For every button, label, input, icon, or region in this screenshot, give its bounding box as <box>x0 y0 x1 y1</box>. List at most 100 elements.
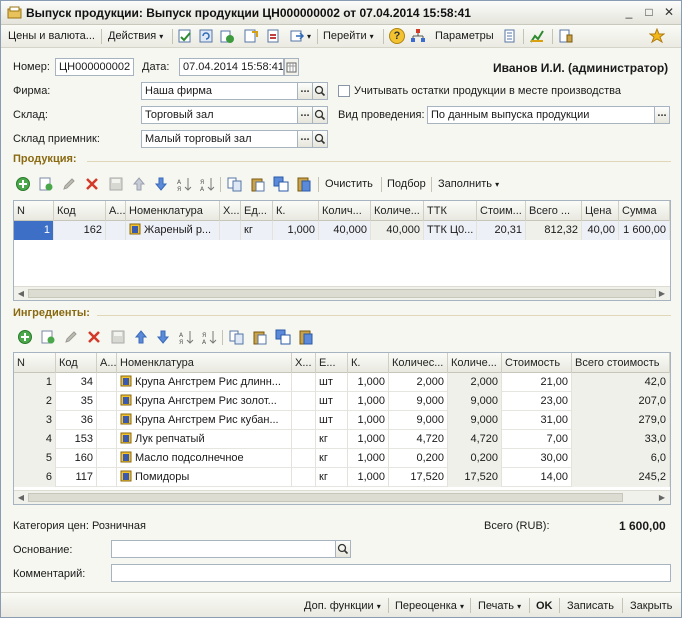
warehouse-field[interactable]: Торговый зал <box>141 106 298 124</box>
products-column-header[interactable]: Сумма <box>619 201 670 221</box>
structure-icon[interactable] <box>243 28 259 44</box>
receiver-select-button[interactable]: ... <box>297 130 313 148</box>
receiver-field[interactable]: Малый торговый зал <box>141 130 298 148</box>
ingredients-grid[interactable]: N Код А... Номенклатура Х... Е... К. Количес...… <box>13 352 671 505</box>
close-window-button[interactable]: ✕ <box>661 5 677 20</box>
products-column-header[interactable]: К. <box>273 201 319 221</box>
products-column-header[interactable]: А... <box>106 201 126 221</box>
scroll-right-icon[interactable]: ▶ <box>657 289 667 299</box>
receiver-open-button[interactable] <box>312 130 328 148</box>
ingredients-table-row[interactable]: 4 153 Лук репчатый кг 1,000 4,720 4,720 7,00 33,… <box>14 430 670 449</box>
products-column-header[interactable]: Цена <box>582 201 619 221</box>
number-field[interactable]: ЦН000000002 <box>55 58 134 76</box>
basis-field[interactable] <box>111 540 336 558</box>
clear-button[interactable]: Очистить <box>325 176 373 193</box>
ingredients-column-header[interactable]: N <box>14 353 56 373</box>
copy-icon[interactable] <box>227 176 243 192</box>
ingredients-column-header[interactable]: К. <box>348 353 389 373</box>
scroll-left-icon[interactable]: ◀ <box>16 289 26 299</box>
ingredients-column-header[interactable]: Количес... <box>389 353 448 373</box>
firm-select-button[interactable]: ... <box>297 82 313 100</box>
products-column-header[interactable]: Х... <box>220 201 241 221</box>
products-column-header[interactable]: ТТК <box>424 201 477 221</box>
print-menu[interactable]: Печать ▾ <box>478 598 521 614</box>
document-list-icon[interactable] <box>502 28 518 44</box>
print-preview-icon[interactable] <box>558 28 574 44</box>
report-icon[interactable] <box>529 28 545 44</box>
ingredients-table-row[interactable]: 5 160 Масло подсолнечное кг 1,000 0,200 0,200 3… <box>14 449 670 468</box>
products-column-header[interactable]: Всего ... <box>526 201 582 221</box>
ingredients-column-header[interactable]: Код <box>56 353 97 373</box>
refresh-icon[interactable] <box>198 28 214 44</box>
ingredients-table-row[interactable]: 1 34 Крупа Ангстрем Рис длинн... шт 1,000 2,0… <box>14 373 670 392</box>
extra-functions-menu[interactable]: Доп. функции ▾ <box>304 598 381 614</box>
firm-open-button[interactable] <box>312 82 328 100</box>
add-row-icon[interactable] <box>15 176 31 192</box>
actions-menu[interactable]: Действия ▾ <box>108 28 163 45</box>
scroll-left-icon[interactable]: ◀ <box>16 493 26 503</box>
ingredients-column-header[interactable]: Е... <box>316 353 348 373</box>
post-document-icon[interactable] <box>177 28 193 44</box>
reprice-menu[interactable]: Переоценка ▾ <box>395 598 464 614</box>
ingredients-column-header[interactable]: Х... <box>292 353 316 373</box>
ok-button[interactable]: OK <box>536 598 553 614</box>
hierarchy-icon[interactable] <box>410 28 426 44</box>
posting-type-select-button[interactable]: ... <box>654 106 670 124</box>
end-edit-icon[interactable] <box>108 176 124 192</box>
parameters-button[interactable]: Параметры <box>435 28 494 45</box>
products-column-header[interactable]: Количе... <box>371 201 424 221</box>
delete-row-icon[interactable] <box>86 329 102 345</box>
ingredients-column-header[interactable]: Номенклатура <box>117 353 292 373</box>
paste-from-clipboard-icon[interactable] <box>296 176 312 192</box>
move-up-icon[interactable] <box>131 176 147 192</box>
fill-menu[interactable]: Заполнить ▾ <box>438 176 499 193</box>
ingredients-table-row[interactable]: 2 35 Крупа Ангстрем Рис золот... шт 1,000 9,0… <box>14 392 670 411</box>
comment-field[interactable] <box>111 564 671 582</box>
maximize-button[interactable]: □ <box>641 5 657 20</box>
ingredients-column-header[interactable]: А... <box>97 353 117 373</box>
date-field[interactable]: 07.04.2014 15:58:41 <box>179 58 284 76</box>
products-table-row[interactable]: 1 162 Жареный р... кг 1,000 40,000 40,000 ТТК Ц… <box>14 221 670 240</box>
close-button[interactable]: Закрыть <box>630 598 672 614</box>
goto-menu[interactable]: Перейти ▾ <box>323 28 374 45</box>
move-up-icon[interactable] <box>133 329 149 345</box>
move-down-icon[interactable] <box>155 329 171 345</box>
account-remaining-checkbox[interactable] <box>338 85 350 97</box>
chevron-down-icon[interactable]: ▾ <box>307 28 311 45</box>
based-on-icon[interactable] <box>289 28 305 44</box>
edit-row-icon[interactable] <box>63 329 79 345</box>
products-grid[interactable]: N Код А... Номенклатура Х... Ед... К. Колич... К… <box>13 200 671 301</box>
firm-field[interactable]: Наша фирма <box>141 82 298 100</box>
copy-icon[interactable] <box>229 329 245 345</box>
sort-desc-icon[interactable]: ЯA <box>201 329 217 345</box>
calendar-icon[interactable] <box>284 58 299 76</box>
minimize-button[interactable]: _ <box>621 5 637 20</box>
copy-document-icon[interactable] <box>219 28 235 44</box>
end-edit-icon[interactable] <box>110 329 126 345</box>
select-button[interactable]: Подбор <box>387 176 426 193</box>
scroll-thumb[interactable] <box>28 289 656 298</box>
star-icon[interactable] <box>649 28 665 44</box>
edit-row-icon[interactable] <box>61 176 77 192</box>
ingredients-column-header[interactable]: Всего стоимость <box>572 353 670 373</box>
move-down-icon[interactable] <box>153 176 169 192</box>
products-column-header[interactable]: Номенклатура <box>126 201 220 221</box>
warehouse-select-button[interactable]: ... <box>297 106 313 124</box>
products-horizontal-scrollbar[interactable]: ◀ ▶ <box>14 286 670 300</box>
paste-from-clipboard-icon[interactable] <box>298 329 314 345</box>
sort-asc-icon[interactable]: AЯ <box>178 329 194 345</box>
sort-asc-icon[interactable]: AЯ <box>176 176 192 192</box>
products-column-header[interactable]: Стоим... <box>477 201 526 221</box>
basis-select-button[interactable] <box>335 540 351 558</box>
ingredients-column-header[interactable]: Количе... <box>448 353 502 373</box>
add-row-icon[interactable] <box>17 329 33 345</box>
ingredients-column-header[interactable]: Стоимость <box>502 353 572 373</box>
copy-to-clipboard-icon[interactable] <box>275 329 291 345</box>
paste-icon[interactable] <box>250 176 266 192</box>
copy-to-clipboard-icon[interactable] <box>273 176 289 192</box>
scroll-right-icon[interactable]: ▶ <box>657 493 667 503</box>
posting-type-field[interactable]: По данным выпуска продукции <box>427 106 655 124</box>
save-button[interactable]: Записать <box>567 598 614 614</box>
products-column-header[interactable]: Код <box>54 201 106 221</box>
paste-icon[interactable] <box>252 329 268 345</box>
